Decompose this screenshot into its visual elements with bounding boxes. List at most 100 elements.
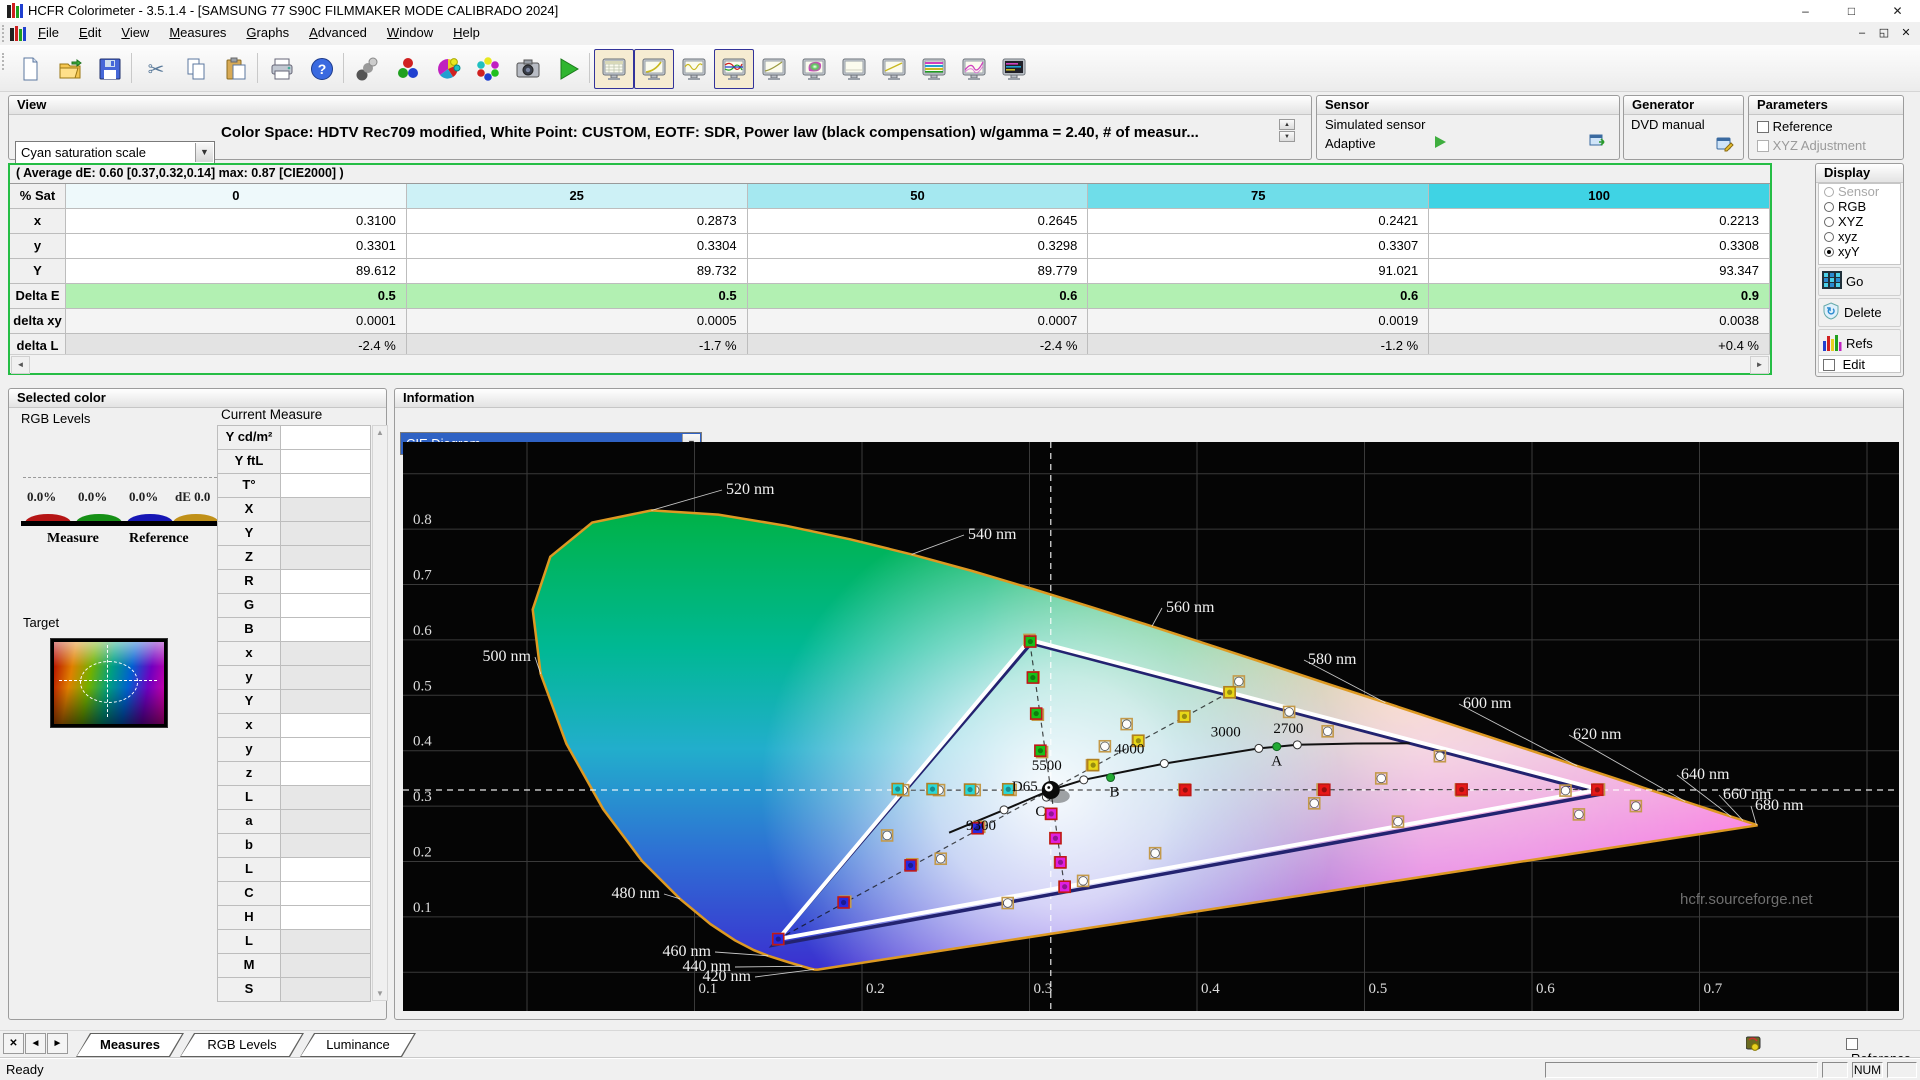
measure-row-value[interactable] xyxy=(281,954,371,978)
table-cell[interactable]: 0.0019 xyxy=(1088,309,1430,334)
menu-edit[interactable]: Edit xyxy=(69,22,111,45)
table-cell[interactable]: 0.2213 xyxy=(1429,209,1770,234)
measure-all-colors-button[interactable] xyxy=(468,49,508,89)
display-radio-xyz[interactable]: XYZ xyxy=(1819,214,1900,229)
measure-row-value[interactable] xyxy=(281,714,371,738)
sensor-start-icon[interactable] xyxy=(1435,136,1446,148)
table-cell[interactable]: 0.5 xyxy=(406,284,748,309)
delete-button[interactable]: ↻ Delete xyxy=(1818,298,1901,327)
table-cell[interactable]: 0.0038 xyxy=(1429,309,1770,334)
monitor-measures-button[interactable] xyxy=(594,49,634,89)
mdi-close-button[interactable]: ✕ xyxy=(1896,25,1916,42)
refs-button[interactable]: Refs xyxy=(1818,329,1901,358)
table-cell[interactable]: 0.3301 xyxy=(66,234,407,259)
table-cell[interactable]: 0 xyxy=(66,184,407,209)
cut-button[interactable]: ✂ xyxy=(136,49,176,89)
measure-row-value[interactable] xyxy=(281,882,371,906)
table-cell[interactable]: delta xy xyxy=(10,309,66,334)
table-cell[interactable]: 0.6 xyxy=(747,284,1089,309)
monitor-stripes-button[interactable] xyxy=(914,49,954,89)
chevron-down-icon[interactable]: ▼ xyxy=(195,143,213,162)
info-spinner[interactable]: ▲ ▼ xyxy=(1279,119,1295,142)
color-picker-icon[interactable] xyxy=(1745,1035,1763,1054)
measure-scrollbar[interactable]: ▲ ▼ xyxy=(372,425,388,1001)
table-cell[interactable]: 0.0001 xyxy=(66,309,407,334)
scroll-down-icon[interactable]: ▼ xyxy=(373,989,387,998)
snapshot-button[interactable] xyxy=(508,49,548,89)
measure-row-value[interactable] xyxy=(281,762,371,786)
open-button[interactable] xyxy=(50,49,90,89)
monitor-gamma-button[interactable] xyxy=(634,49,674,89)
table-cell[interactable]: 0.2873 xyxy=(406,209,748,234)
table-cell[interactable]: 0.3307 xyxy=(1088,234,1430,259)
measure-row-value[interactable] xyxy=(281,570,371,594)
table-cell[interactable]: Delta E xyxy=(10,284,66,309)
measure-row-value[interactable] xyxy=(281,906,371,930)
tab-close-icon[interactable]: ✕ xyxy=(3,1033,24,1054)
monitor-curve-button[interactable] xyxy=(754,49,794,89)
measure-row-value[interactable] xyxy=(281,690,371,714)
scroll-up-icon[interactable]: ▲ xyxy=(373,426,387,437)
display-radio-xyy[interactable]: xyY xyxy=(1819,244,1900,259)
table-cell[interactable]: 89.612 xyxy=(66,259,407,284)
table-hscrollbar[interactable]: ◄ ► xyxy=(10,354,1770,374)
measure-row-value[interactable] xyxy=(281,618,371,642)
table-cell[interactable]: 0.2421 xyxy=(1088,209,1430,234)
table-cell[interactable]: 0.3298 xyxy=(747,234,1089,259)
measure-row-value[interactable] xyxy=(281,546,371,570)
table-cell[interactable]: 25 xyxy=(406,184,748,209)
monitor-plain-button[interactable] xyxy=(834,49,874,89)
measure-row-value[interactable] xyxy=(281,738,371,762)
run-measures-button[interactable] xyxy=(548,49,588,89)
tab-prev-icon[interactable]: ◄ xyxy=(25,1033,46,1054)
monitor-dark-button[interactable] xyxy=(994,49,1034,89)
menu-measures[interactable]: Measures xyxy=(159,22,236,45)
tab-measures[interactable]: Measures xyxy=(76,1033,184,1057)
mdi-minimize-button[interactable]: – xyxy=(1852,25,1872,42)
new-button[interactable] xyxy=(10,49,50,89)
table-cell[interactable]: 0.3100 xyxy=(66,209,407,234)
measure-row-value[interactable] xyxy=(281,834,371,858)
measure-row-value[interactable] xyxy=(281,858,371,882)
edit-checkbox-row[interactable]: Edit xyxy=(1818,355,1901,373)
table-cell[interactable]: 93.347 xyxy=(1429,259,1770,284)
table-cell[interactable]: 100 xyxy=(1429,184,1770,209)
mdi-restore-button[interactable]: ◱ xyxy=(1874,25,1894,42)
monitor-cie-button[interactable] xyxy=(794,49,834,89)
measure-row-value[interactable] xyxy=(281,474,371,498)
edit-checkbox[interactable] xyxy=(1823,359,1835,371)
measure-row-value[interactable] xyxy=(281,450,371,474)
table-cell[interactable]: 50 xyxy=(747,184,1089,209)
table-cell[interactable]: 75 xyxy=(1088,184,1430,209)
monitor-rgb-levels-button[interactable] xyxy=(714,49,754,89)
go-button[interactable]: Go xyxy=(1818,267,1901,296)
table-cell[interactable]: 0.3308 xyxy=(1429,234,1770,259)
table-cell[interactable]: y xyxy=(10,234,66,259)
monitor-wave-button[interactable] xyxy=(674,49,714,89)
sensor-export-icon[interactable] xyxy=(1589,134,1607,152)
view-mode-dropdown[interactable]: Cyan saturation scale ▼ xyxy=(15,141,215,164)
print-button[interactable] xyxy=(262,49,302,89)
menu-window[interactable]: Window xyxy=(377,22,443,45)
measure-row-value[interactable] xyxy=(281,666,371,690)
measure-grayscale-button[interactable] xyxy=(348,49,388,89)
spin-up-icon[interactable]: ▲ xyxy=(1279,119,1295,130)
measure-row-value[interactable] xyxy=(281,810,371,834)
tab-next-icon[interactable]: ► xyxy=(47,1033,68,1054)
generator-config-icon[interactable] xyxy=(1716,136,1734,155)
scroll-right-icon[interactable]: ► xyxy=(1750,356,1769,374)
reference-checkbox[interactable] xyxy=(1846,1038,1858,1050)
scroll-left-icon[interactable]: ◄ xyxy=(11,356,30,374)
measure-row-value[interactable] xyxy=(281,978,371,1002)
measure-primaries-button[interactable] xyxy=(388,49,428,89)
menu-graphs[interactable]: Graphs xyxy=(236,22,299,45)
table-cell[interactable]: x xyxy=(10,209,66,234)
table-cell[interactable]: Y xyxy=(10,259,66,284)
measure-row-value[interactable] xyxy=(281,498,371,522)
param-reference[interactable]: Reference xyxy=(1757,117,1866,136)
monitor-line-button[interactable] xyxy=(874,49,914,89)
measure-row-value[interactable] xyxy=(281,594,371,618)
paste-button[interactable] xyxy=(216,49,256,89)
measure-secondaries-button[interactable] xyxy=(428,49,468,89)
menu-view[interactable]: View xyxy=(111,22,159,45)
